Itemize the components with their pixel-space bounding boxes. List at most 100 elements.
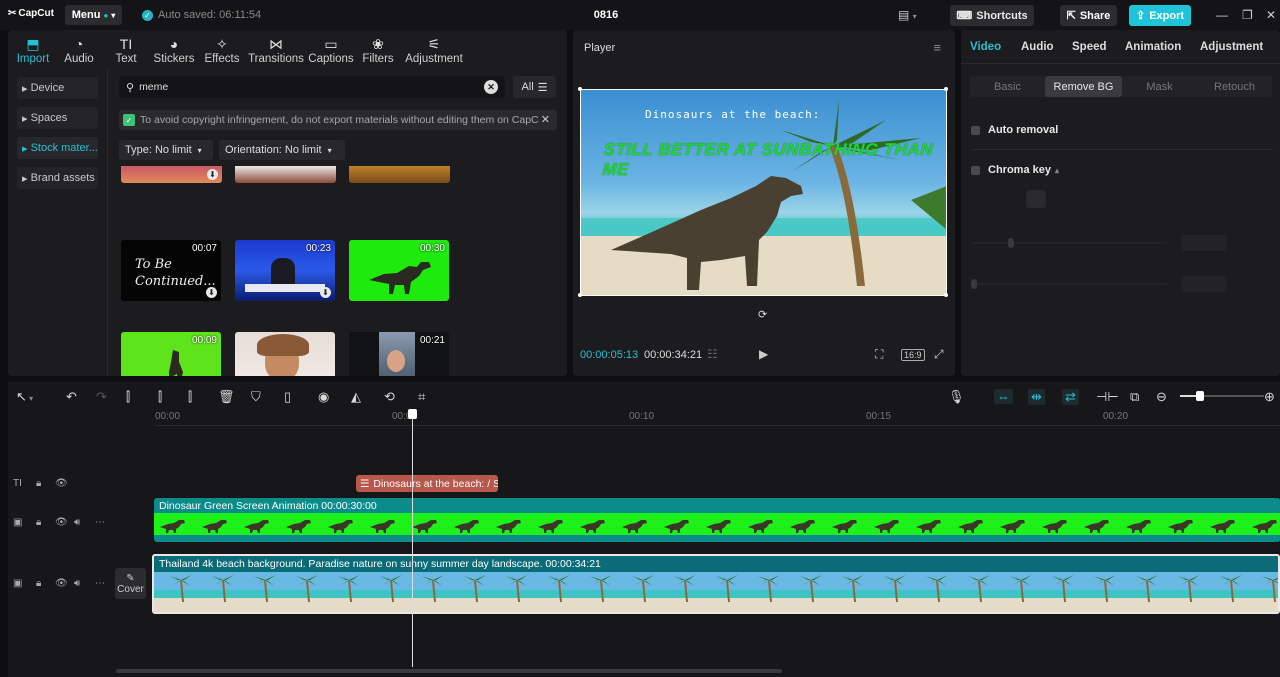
playhead-line[interactable]: [412, 409, 413, 667]
timeline-scrollbar[interactable]: [116, 669, 782, 673]
speaker-icon[interactable]: 🔊︎: [74, 578, 80, 589]
auto-removal-row[interactable]: Auto removal: [971, 124, 1058, 136]
subtab-retouch[interactable]: Retouch: [1197, 76, 1272, 97]
stock-thumb[interactable]: ⬇: [121, 166, 222, 183]
eye-icon[interactable]: 👁︎: [55, 517, 68, 528]
eye-icon[interactable]: 👁︎: [55, 578, 68, 589]
crop-icon[interactable]: ⌗: [418, 389, 425, 405]
tab-import[interactable]: ⬒ Import: [10, 30, 56, 68]
stock-thumb[interactable]: To Be Continued... 00:07 ⬇: [121, 240, 221, 301]
tab-transitions[interactable]: ⋈ Transitions: [246, 30, 306, 68]
speaker-icon[interactable]: 🔊︎: [74, 517, 80, 528]
export-button[interactable]: ⇪ Export: [1129, 5, 1191, 26]
rotate-icon[interactable]: ⟳: [758, 308, 767, 321]
tab-animation[interactable]: Animation: [1125, 41, 1181, 53]
stock-thumb[interactable]: 00:23 ⬇: [235, 240, 335, 301]
resize-handle[interactable]: [944, 87, 948, 91]
split-left-icon[interactable]: ⫿: [158, 389, 162, 405]
preview-axis-icon[interactable]: ⊣⊢: [1096, 389, 1119, 405]
subtab-mask[interactable]: Mask: [1122, 76, 1197, 97]
maximize-icon[interactable]: ❐: [1242, 8, 1253, 22]
marker-icon[interactable]: ⛉: [251, 389, 261, 405]
tab-audio[interactable]: ◔ Audio: [56, 30, 102, 68]
type-filter-dropdown[interactable]: Type: No limit ▾: [119, 140, 213, 160]
playhead-handle[interactable]: [408, 409, 417, 419]
more-icon[interactable]: ⋯: [95, 517, 105, 528]
freeze-icon[interactable]: ▯: [284, 389, 291, 405]
stock-thumb[interactable]: 00:30: [349, 240, 449, 301]
mirror-icon[interactable]: ◭: [351, 389, 361, 405]
lock-icon[interactable]: 🔒︎: [36, 578, 41, 589]
resize-handle[interactable]: [944, 293, 948, 297]
tab-stickers[interactable]: ◕ Stickers: [150, 30, 198, 68]
clear-search-icon[interactable]: ✕: [484, 80, 498, 94]
microphone-icon[interactable]: 🎙︎: [948, 389, 965, 405]
tab-filters[interactable]: ❀ Filters: [356, 30, 400, 68]
search-input[interactable]: ⚲ meme ✕: [119, 76, 505, 98]
chroma-key-row[interactable]: Chroma key ▴: [971, 164, 1059, 176]
more-icon[interactable]: ⋯: [95, 578, 105, 589]
subtab-remove-bg[interactable]: Remove BG: [1045, 76, 1122, 97]
sidebar-item-spaces[interactable]: ▸ Spaces: [17, 107, 98, 129]
zoom-slider-knob[interactable]: [1196, 391, 1204, 401]
tab-captions[interactable]: ▭ Captions: [306, 30, 356, 68]
chroma-key-checkbox[interactable]: [971, 165, 980, 175]
split-icon[interactable]: ⫿: [126, 389, 130, 405]
filter-all-button[interactable]: All ☰: [513, 76, 556, 98]
main-track-magnet-icon[interactable]: ⇔: [994, 389, 1013, 404]
auto-snap-icon[interactable]: ⇹: [1028, 389, 1045, 405]
tab-video[interactable]: Video: [970, 41, 1001, 53]
eye-icon[interactable]: 👁︎: [55, 478, 68, 489]
sidebar-item-device[interactable]: ▸ Device: [17, 77, 98, 99]
auto-removal-checkbox[interactable]: [971, 125, 980, 135]
hamburger-icon[interactable]: ≡: [933, 40, 941, 55]
download-icon[interactable]: ⬇: [207, 169, 218, 180]
resize-handle[interactable]: [578, 87, 582, 91]
download-icon[interactable]: ⬇: [206, 287, 217, 298]
time-ruler[interactable]: 00:00 00:05 00:10 00:15 00:20: [155, 408, 1280, 426]
thumbnail-icon[interactable]: ⧉: [1130, 389, 1139, 405]
timeline-view-icon[interactable]: ☷: [707, 347, 718, 361]
resize-handle[interactable]: [578, 293, 582, 297]
reverse-icon[interactable]: ◉: [318, 389, 329, 405]
zoom-out-icon[interactable]: ⊖: [1156, 389, 1167, 405]
stock-thumb[interactable]: [349, 166, 450, 183]
select-cursor-icon[interactable]: ↖ ▾: [16, 389, 33, 405]
text-clip[interactable]: ☰ Dinosaurs at the beach: / St: [356, 475, 498, 492]
close-notice-icon[interactable]: ✕: [541, 113, 550, 126]
preview-canvas[interactable]: Dinosaurs at the beach: STILL BETTER AT …: [580, 89, 947, 296]
orientation-filter-dropdown[interactable]: Orientation: No limit ▾: [219, 140, 345, 160]
share-button[interactable]: ⇱ Share: [1060, 5, 1117, 26]
green-screen-clip[interactable]: Dinosaur Green Screen Animation 00:00:30…: [154, 498, 1280, 542]
stock-thumb[interactable]: ⬇: [235, 332, 335, 376]
play-icon[interactable]: ▶: [759, 347, 768, 361]
aspect-ratio-button[interactable]: 16:9: [901, 349, 925, 361]
fit-screen-icon[interactable]: ⛶: [875, 347, 883, 362]
layout-icon[interactable]: ▤ ▾: [898, 8, 917, 22]
shortcuts-button[interactable]: ⌨ Shortcuts: [950, 5, 1034, 26]
cover-button[interactable]: ✎ Cover: [115, 568, 146, 599]
download-icon[interactable]: ⬇: [320, 287, 331, 298]
tab-text[interactable]: TI Text: [102, 30, 150, 68]
close-icon[interactable]: ✕: [1266, 8, 1276, 22]
lock-icon[interactable]: 🔒︎: [36, 517, 41, 528]
minimize-icon[interactable]: —: [1216, 8, 1228, 22]
undo-icon[interactable]: ↶: [66, 389, 77, 405]
lock-icon[interactable]: 🔒︎: [36, 478, 41, 489]
fullscreen-icon[interactable]: ⤢: [934, 347, 944, 362]
zoom-in-icon[interactable]: ⊕: [1264, 389, 1275, 405]
tab-speed[interactable]: Speed: [1072, 41, 1107, 53]
split-right-icon[interactable]: ⫿: [188, 389, 192, 405]
project-title[interactable]: 0816: [560, 9, 652, 21]
rotate-icon[interactable]: ⟲: [384, 389, 395, 405]
stock-thumb[interactable]: 00:21: [349, 332, 449, 376]
sidebar-item-brand-assets[interactable]: ▸ Brand assets: [17, 167, 98, 189]
subtab-basic[interactable]: Basic: [970, 76, 1045, 97]
tab-effects[interactable]: ✧ Effects: [198, 30, 246, 68]
tab-audio[interactable]: Audio: [1021, 41, 1054, 53]
tab-adjustment[interactable]: ⚟ Adjustment: [400, 30, 468, 68]
tab-adjustment[interactable]: Adjustment: [1200, 41, 1263, 53]
stock-thumb[interactable]: 00:09: [121, 332, 221, 376]
stock-thumb[interactable]: [235, 166, 336, 183]
delete-icon[interactable]: 🗑︎: [218, 389, 235, 405]
